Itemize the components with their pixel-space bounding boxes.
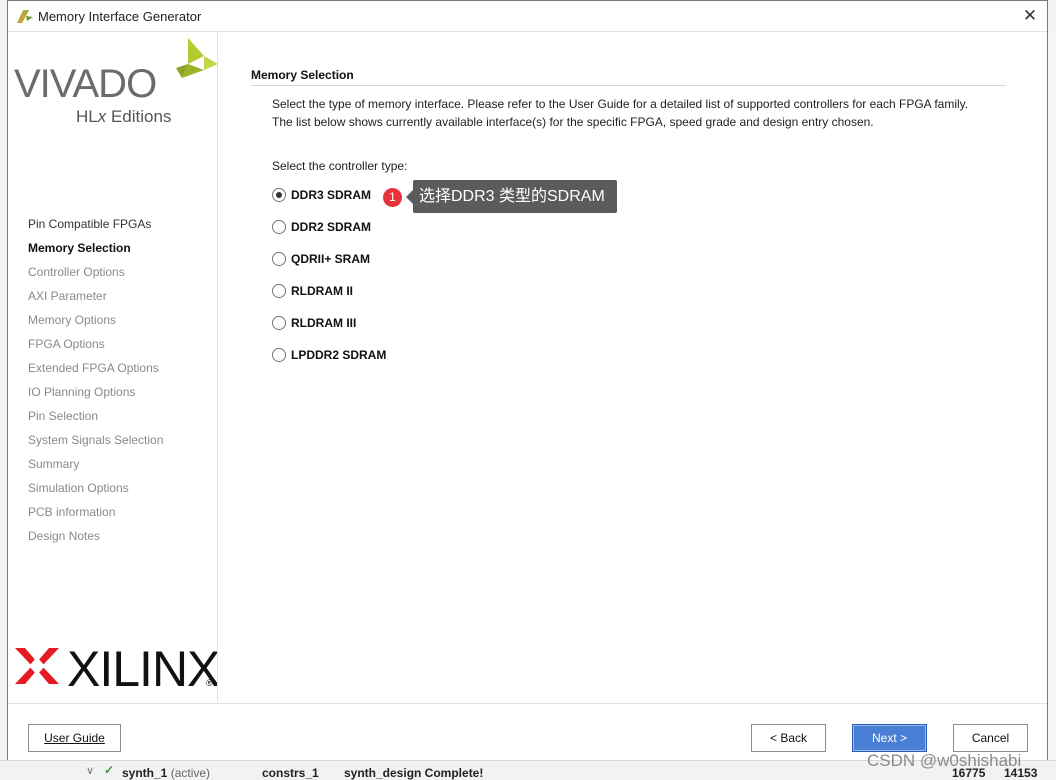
cancel-button[interactable]: Cancel (953, 724, 1028, 752)
section-divider (251, 85, 1006, 86)
main-content: Memory Selection Select the type of memo… (218, 32, 1047, 702)
xilinx-logo: XILINX ® (13, 636, 220, 697)
next-button[interactable]: Next > (852, 724, 927, 752)
xilinx-x-icon (15, 648, 59, 684)
title-bar[interactable]: Memory Interface Generator ✕ (8, 1, 1047, 32)
wizard-step: Extended FPGA Options (28, 361, 159, 375)
wizard-step: Design Notes (28, 529, 101, 543)
description-line-1: Select the type of memory interface. Ple… (272, 97, 969, 111)
wizard-step: Pin Compatible FPGAs (28, 217, 152, 231)
radio-label[interactable]: DDR3 SDRAM (291, 188, 371, 202)
wizard-sidebar: VIVADO HLx Editions Pin Compatible FPGAs… (9, 32, 220, 702)
wizard-step: Summary (28, 457, 80, 471)
wizard-step: Pin Selection (28, 409, 99, 423)
vivado-app-icon (17, 10, 33, 23)
run-status-message: synth_design Complete! (344, 766, 484, 780)
vivado-leaf-icon (176, 38, 218, 78)
wizard-step: Memory Options (28, 313, 117, 327)
close-button[interactable]: ✕ (1019, 5, 1041, 27)
mig-dialog: Memory Interface Generator ✕ VIVADO HLx … (7, 0, 1048, 760)
annotation-pointer (406, 190, 413, 204)
run-name: synth_1 (active) (122, 766, 211, 780)
radio-button[interactable] (272, 188, 286, 202)
radio-button[interactable] (272, 284, 286, 298)
wizard-step: IO Planning Options (28, 385, 136, 399)
wizard-step: FPGA Options (28, 337, 105, 351)
wizard-step: Controller Options (28, 265, 125, 279)
wizard-step: Memory Selection (28, 241, 131, 255)
radio-button[interactable] (272, 220, 286, 234)
radio-label[interactable]: RLDRAM III (291, 316, 356, 330)
vivado-wordmark: VIVADO (14, 62, 157, 106)
dialog-title: Memory Interface Generator (38, 9, 202, 24)
radio-button[interactable] (272, 252, 286, 266)
radio-label[interactable]: DDR2 SDRAM (291, 220, 371, 234)
description-line-2: The list below shows currently available… (272, 115, 874, 129)
back-button[interactable]: < Back (751, 724, 826, 752)
radio-button[interactable] (272, 316, 286, 330)
wizard-steps: Pin Compatible FPGAs Memory Selection Cont… (28, 212, 163, 548)
xilinx-wordmark: XILINX (67, 641, 220, 697)
annotation-tooltip: 选择DDR3 类型的SDRAM (413, 180, 617, 213)
vivado-logo: VIVADO HLx Editions (14, 38, 219, 126)
vivado-subtitle: HLx Editions (76, 107, 172, 126)
chevron-down-icon: ∨ (86, 765, 95, 777)
section-title: Memory Selection (251, 68, 354, 82)
run-constraints: constrs_1 (262, 766, 319, 780)
registered-mark: ® (206, 678, 213, 688)
wizard-step: PCB information (28, 505, 116, 519)
wizard-step: System Signals Selection (28, 433, 164, 447)
watermark: CSDN @w0shishabi (867, 751, 1022, 770)
user-guide-button[interactable]: User Guide (28, 724, 121, 752)
radio-label[interactable]: RLDRAM II (291, 284, 353, 298)
wizard-step: AXI Parameter (28, 289, 107, 303)
checkmark-icon: ✓ (104, 763, 115, 777)
background-right-strip (1048, 32, 1056, 779)
annotation-badge: 1 (383, 188, 402, 207)
wizard-step: Simulation Options (28, 481, 129, 495)
radio-button[interactable] (272, 348, 286, 362)
radio-label[interactable]: LPDDR2 SDRAM (291, 348, 386, 362)
controller-type-label: Select the controller type: (272, 159, 408, 173)
radio-label[interactable]: QDRII+ SRAM (291, 252, 370, 266)
